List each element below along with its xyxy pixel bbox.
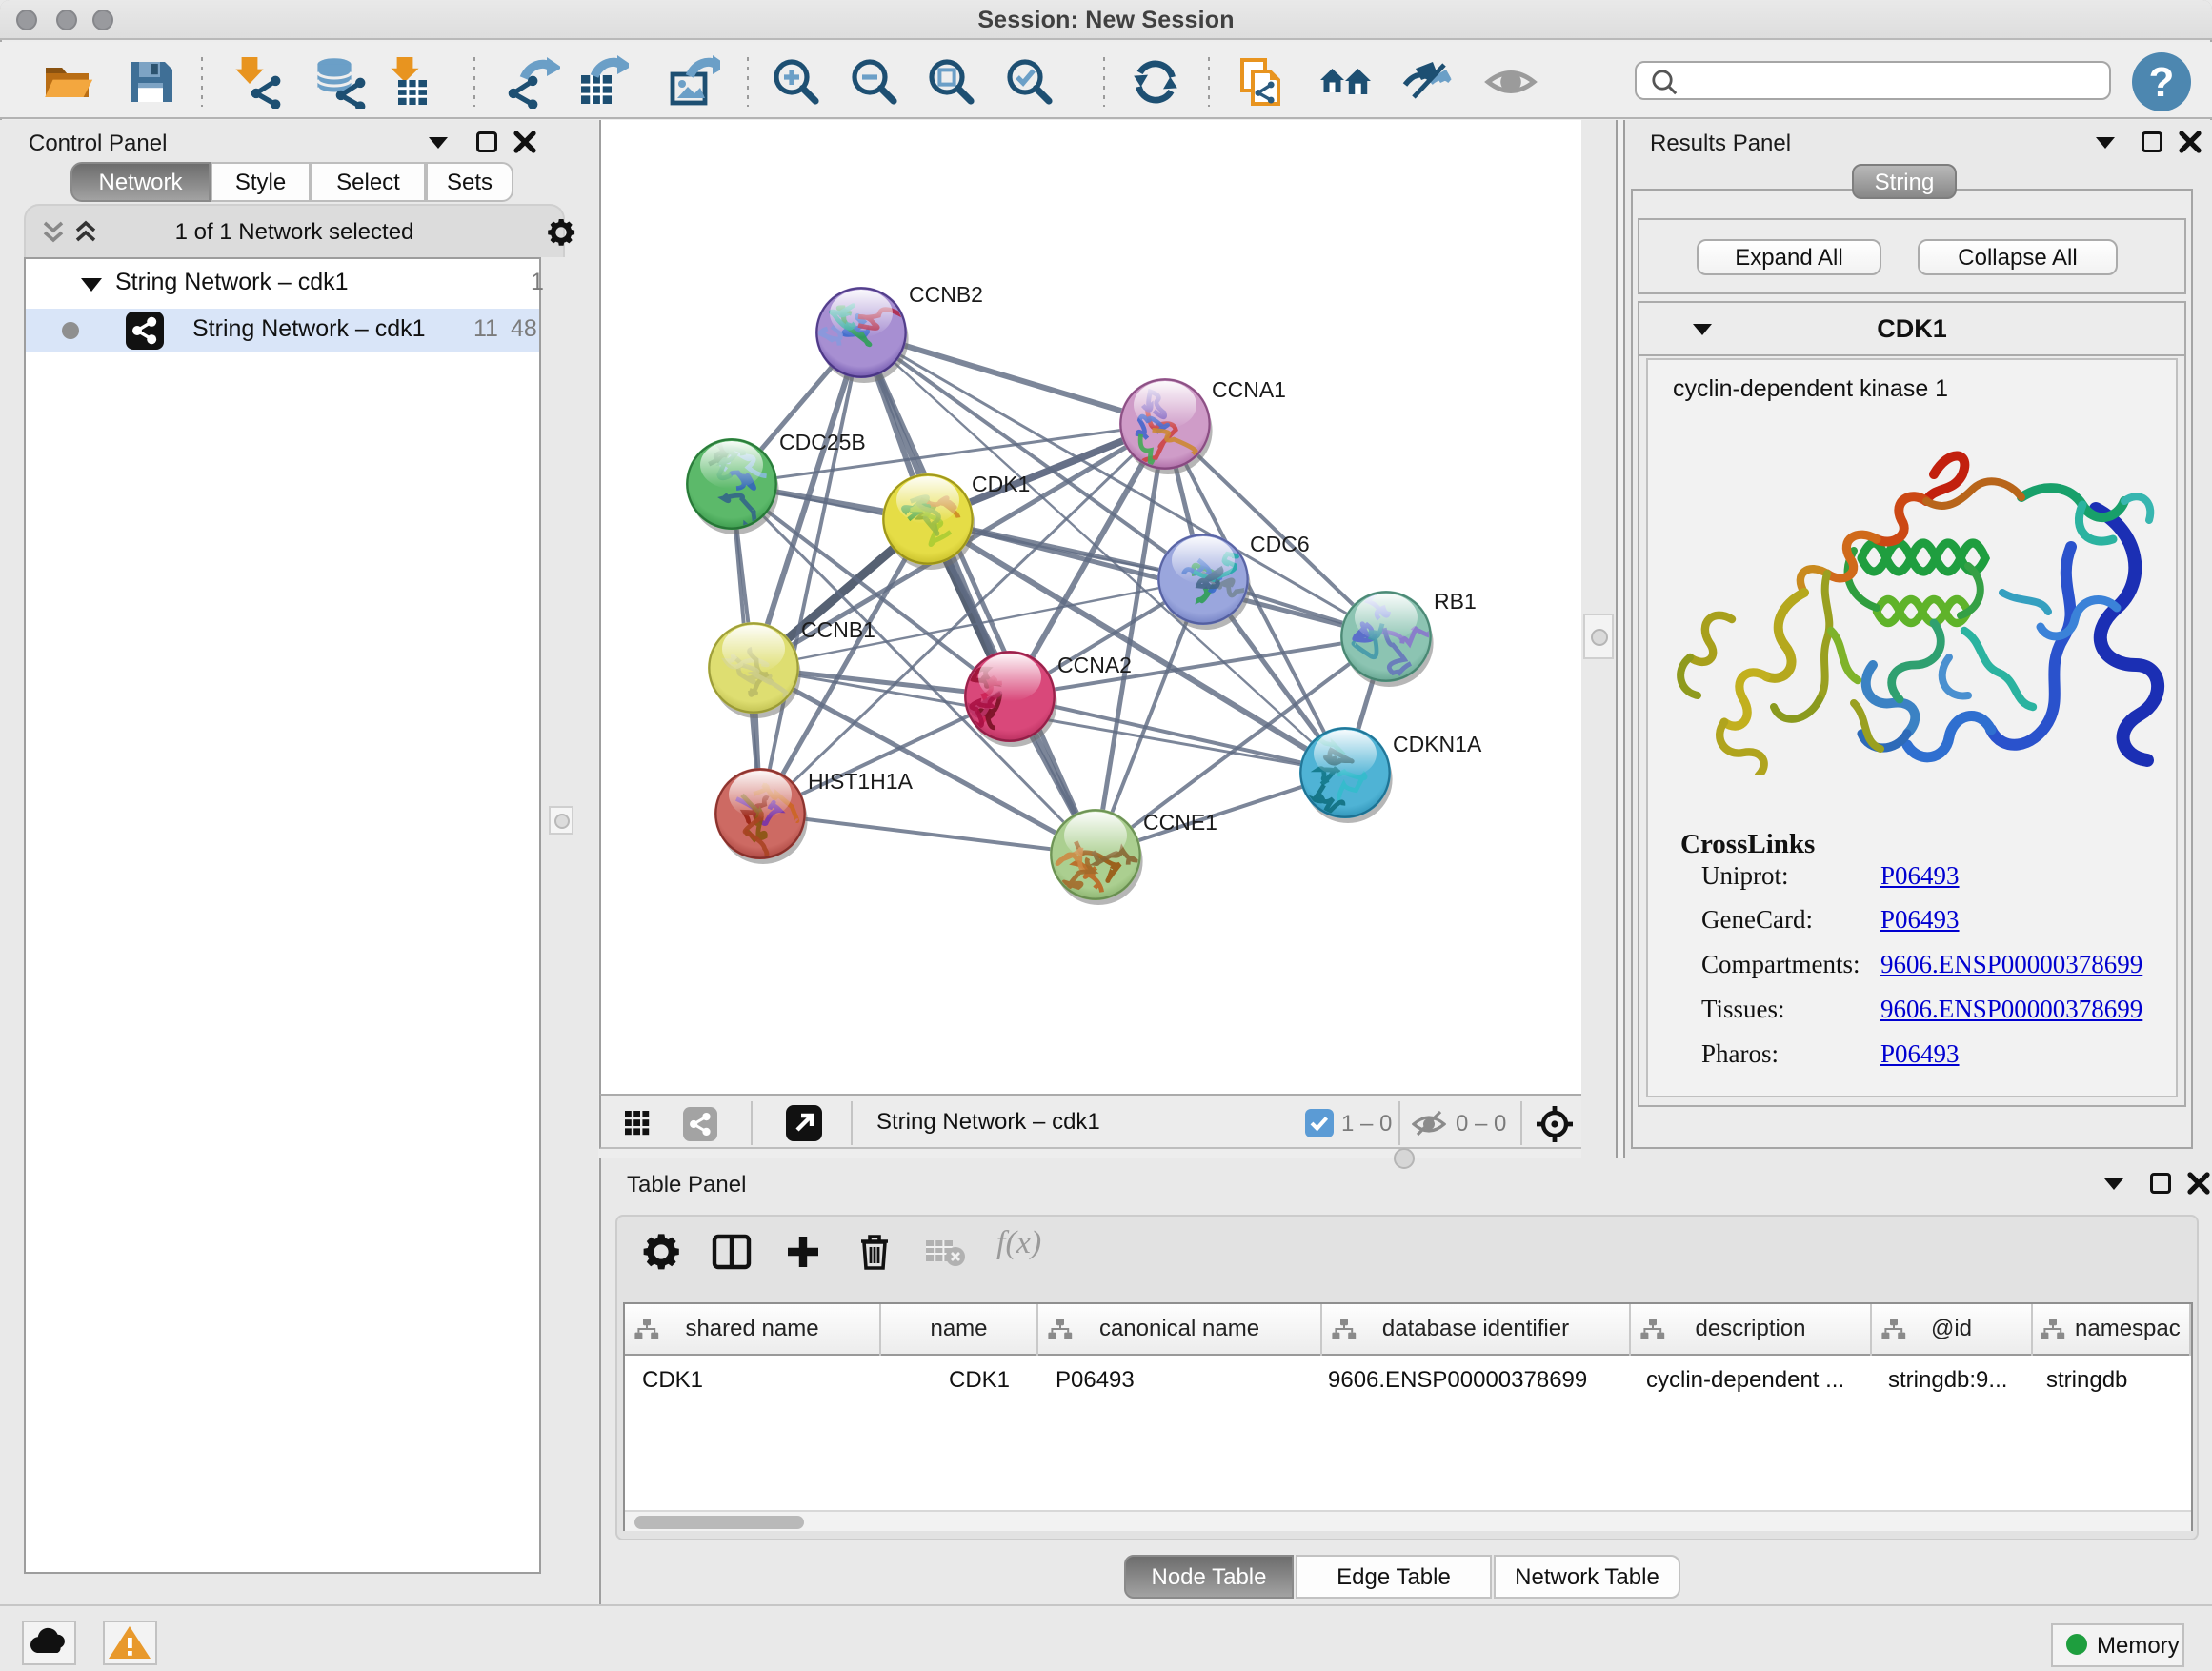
- svg-text:CCNE1: CCNE1: [1143, 810, 1217, 835]
- svg-text:?: ?: [2149, 59, 2175, 106]
- svg-text:HIST1H1A: HIST1H1A: [808, 769, 914, 794]
- svg-text:RB1: RB1: [1434, 589, 1477, 614]
- svg-text:CCNB1: CCNB1: [801, 617, 875, 642]
- svg-text:CCNA1: CCNA1: [1212, 377, 1286, 402]
- svg-text:CDC6: CDC6: [1250, 532, 1310, 556]
- svg-text:CCNB2: CCNB2: [909, 282, 983, 307]
- svg-text:CDC25B: CDC25B: [779, 430, 866, 454]
- svg-text:CCNA2: CCNA2: [1057, 653, 1132, 677]
- svg-text:CDK1: CDK1: [972, 472, 1030, 496]
- svg-text:CDKN1A: CDKN1A: [1393, 732, 1482, 756]
